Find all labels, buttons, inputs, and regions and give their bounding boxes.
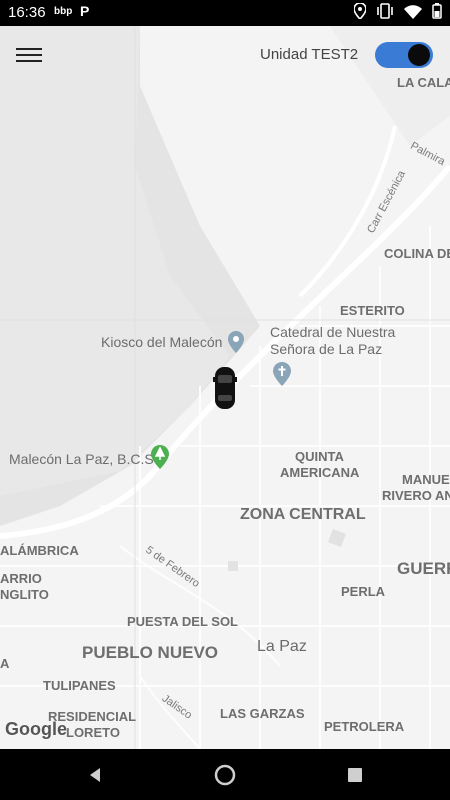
area-label: MANUE (402, 472, 450, 487)
vibrate-icon (376, 3, 394, 24)
area-label: NGLITO (0, 587, 49, 602)
area-label: PUESTA DEL SOL (127, 614, 238, 629)
home-icon[interactable] (213, 763, 237, 787)
area-label: LORETO (66, 725, 120, 740)
area-label: GUERR (397, 559, 450, 578)
area-label: PERLA (341, 584, 386, 599)
poi-label[interactable]: Señora de La Paz (270, 341, 382, 357)
area-label: PUEBLO NUEVO (82, 643, 219, 662)
area-label: COLINA DE (384, 246, 450, 261)
navigation-bar (0, 749, 450, 800)
area-label: QUINTA (295, 449, 344, 464)
hamburger-menu-icon[interactable] (16, 44, 42, 68)
battery-icon (432, 3, 442, 24)
location-icon (353, 2, 367, 24)
area-label: LAS GARZAS (220, 706, 305, 721)
back-icon[interactable] (84, 763, 108, 787)
area-label: RIVERO AN (382, 488, 450, 503)
city-label: La Paz (257, 638, 307, 655)
park-icon[interactable] (151, 445, 169, 474)
status-time: 16:36 (8, 4, 46, 21)
area-label: AMERICANA (280, 465, 360, 480)
church-icon[interactable] (273, 362, 291, 391)
toggle-knob (408, 44, 430, 66)
recents-icon[interactable] (343, 763, 367, 787)
area-label: ZONA CENTRAL (240, 506, 366, 523)
status-bar: 16:36 bbp P (0, 0, 450, 26)
area-label: PETROLERA (324, 719, 405, 734)
wifi-icon (404, 4, 422, 24)
area-label: ALÁMBRICA (0, 543, 79, 558)
pin-icon[interactable] (228, 331, 244, 358)
area-label: TULIPANES (43, 678, 116, 693)
unit-label: Unidad TEST2 (260, 46, 359, 63)
area-label: ARRIO (0, 571, 42, 586)
map-view[interactable]: LA CALA COLINA DE ESTERITO QUINTA AMERIC… (0, 26, 450, 749)
area-label: ESTERITO (340, 303, 405, 318)
area-label: A (0, 656, 10, 671)
poi-label[interactable]: Malecón La Paz, B.C.S (9, 451, 154, 467)
car-icon[interactable] (213, 365, 237, 416)
bbp-app-icon: bbp (54, 6, 73, 17)
google-logo: Google (5, 719, 67, 739)
poi-label[interactable]: Catedral de Nuestra (270, 324, 395, 340)
header: Unidad TEST2 (0, 26, 450, 86)
availability-toggle[interactable] (375, 42, 433, 68)
parking-app-icon: P (80, 3, 90, 19)
poi-label[interactable]: Kiosco del Malecón (101, 334, 222, 350)
